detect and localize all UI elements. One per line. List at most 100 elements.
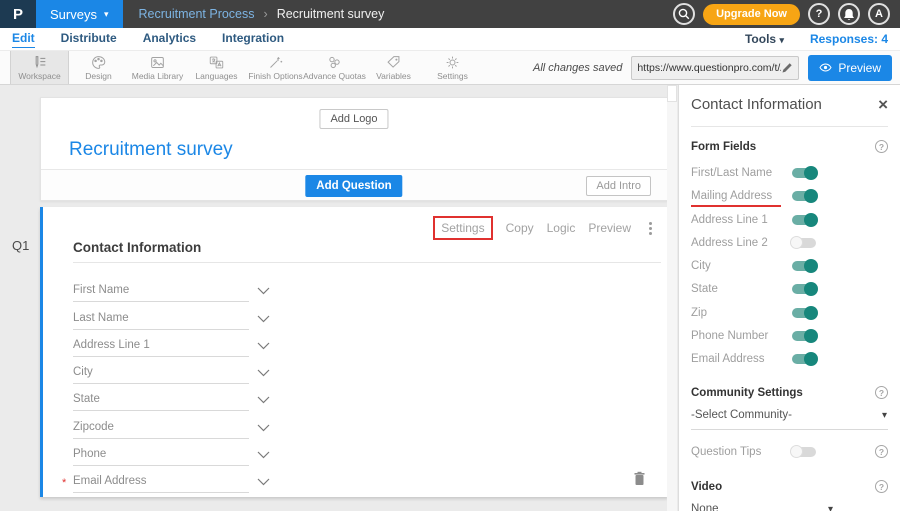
field-toggle[interactable] [792,215,816,225]
chevron-down-icon[interactable] [257,369,270,377]
form-field-label[interactable]: First Name [73,284,129,296]
toolbar-item-design[interactable]: Design [69,51,128,84]
toggle-row: First/Last Name [691,167,888,179]
toolbar-item-settings[interactable]: Settings [423,51,482,84]
more-options-icon[interactable] [649,222,652,235]
form-field-label[interactable]: State [73,393,100,405]
chevron-down-icon: ▾ [828,504,833,511]
palette-icon [91,55,106,70]
chevron-down-icon[interactable] [257,342,270,350]
help-icon[interactable]: ? [875,445,888,458]
video-select[interactable]: None ▾ [691,503,888,511]
help-icon[interactable]: ? [875,480,888,493]
field-toggle[interactable] [792,168,816,178]
question-copy-button[interactable]: Copy [506,221,534,235]
toolbar-item-advance-quotas[interactable]: Advance Quotas [305,51,364,84]
panel-divider [691,126,888,127]
toggle-row: Address Line 1 [691,214,888,226]
question-card: Settings Copy Logic Preview Contact Info… [40,207,668,497]
form-field-label[interactable]: Zipcode [73,421,114,433]
delete-question-button[interactable] [633,471,646,489]
field-toggle[interactable] [792,308,816,318]
preview-button[interactable]: Preview [808,55,892,81]
chevron-down-icon[interactable] [257,424,270,432]
form-field-label[interactable]: Address Line 1 [73,339,150,351]
toggle-row: State [691,283,888,295]
question-title[interactable]: Contact Information [73,240,201,255]
subnav-tab[interactable]: Integration [222,30,284,48]
toggle-row: Mailing Address [691,190,888,202]
form-field-label[interactable]: Last Name [73,312,129,324]
vertical-scrollbar[interactable] [667,85,677,511]
form-field-label[interactable]: Email Address [73,475,147,487]
chain-links-icon [327,55,342,70]
field-toggle[interactable] [792,284,816,294]
add-question-button[interactable]: Add Question [305,175,402,197]
toggle-row: Zip [691,307,888,319]
field-toggle[interactable] [792,261,816,271]
chevron-down-icon[interactable] [257,315,270,323]
field-toggle[interactable] [792,331,816,341]
help-icon[interactable]: ? [875,386,888,399]
form-field-label[interactable]: Phone [73,448,106,460]
subnav-tab[interactable]: Distribute [61,30,117,48]
notifications-button[interactable] [838,3,860,25]
scrollbar-thumb[interactable] [667,85,677,102]
form-field-row: * State [73,384,249,411]
form-field-row: * Zipcode [73,411,249,438]
eye-icon [819,63,832,72]
question-tips-toggle[interactable] [792,447,816,457]
subnav: Edit Distribute Analytics Integration To… [0,28,900,50]
questionpro-logo[interactable]: P [0,0,36,28]
search-button[interactable] [673,3,695,25]
subnav-tab[interactable]: Edit [12,30,35,48]
question-logic-button[interactable]: Logic [547,221,576,235]
breadcrumb-parent[interactable]: Recruitment Process [139,7,255,21]
tools-menu[interactable]: Tools ▾ [745,32,784,46]
form-fields-section-title: Form Fields [691,141,756,153]
community-select[interactable]: -Select Community- ▾ [691,409,888,430]
question-number: Q1 [12,238,29,253]
avatar[interactable]: A [868,3,890,25]
field-toggle[interactable] [792,354,816,364]
toolbar-item-finish-options[interactable]: Finish Options [246,51,305,84]
toolbar-item-media-library[interactable]: Media Library [128,51,187,84]
video-section-title: Video [691,481,722,493]
tag-icon [386,55,401,70]
help-icon[interactable]: ? [875,140,888,153]
field-toggle[interactable] [792,191,816,201]
chevron-down-icon[interactable] [257,396,270,404]
help-button[interactable]: ? [808,3,830,25]
add-intro-button[interactable]: Add Intro [586,176,651,196]
field-toggle[interactable] [792,238,816,248]
close-icon[interactable]: × [878,98,888,112]
question-preview-button[interactable]: Preview [588,221,631,235]
product-menu-surveys[interactable]: Surveys ▾ [36,0,123,28]
survey-url-box [631,56,799,80]
toolbar-item-variables[interactable]: Variables [364,51,423,84]
survey-title[interactable]: Recruitment survey [69,139,233,161]
edit-pencil-icon[interactable] [781,62,793,74]
chevron-down-icon: ▾ [779,35,784,45]
toolbar-item-languages[interactable]: Languages [187,51,246,84]
responses-link[interactable]: Responses: 4 [810,32,888,46]
form-field-row: * First Name [73,275,249,302]
toggle-label: Mailing Address [691,190,781,207]
toolbar-item-workspace[interactable]: Workspace [10,51,69,84]
breadcrumb-current: Recruitment survey [277,7,385,21]
form-field-label[interactable]: City [73,366,93,378]
question-actions: Settings Copy Logic Preview [433,216,652,240]
chevron-down-icon[interactable] [257,451,270,459]
search-icon [678,8,690,20]
survey-url-input[interactable] [637,62,781,74]
question-settings-button[interactable]: Settings [433,216,492,240]
workspace-icon [32,55,47,70]
subnav-tab[interactable]: Analytics [143,30,196,48]
subnav-tabs: Edit Distribute Analytics Integration [12,30,284,48]
add-logo-button[interactable]: Add Logo [319,109,388,129]
chevron-down-icon[interactable] [257,287,270,295]
upgrade-now-button[interactable]: Upgrade Now [703,4,800,25]
chevron-down-icon[interactable] [257,478,270,486]
toggle-label: First/Last Name [691,167,772,179]
breadcrumb: Recruitment Process › Recruitment survey [139,7,385,21]
